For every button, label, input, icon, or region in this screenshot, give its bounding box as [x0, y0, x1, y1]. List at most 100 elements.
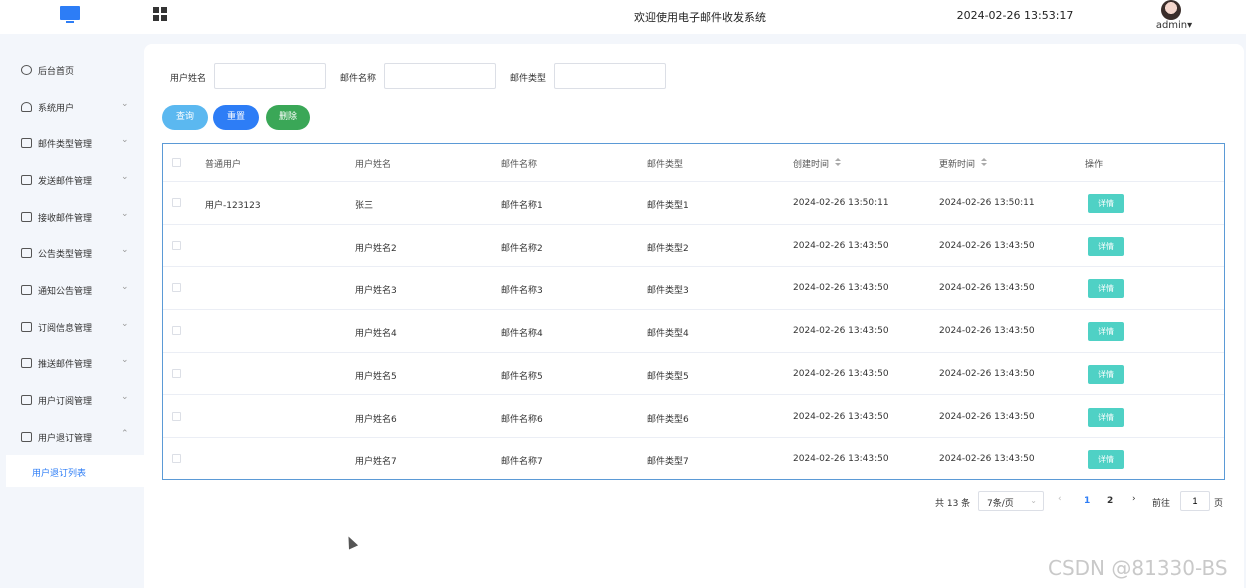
sidebar-item-8[interactable]: 推送邮件管理 ⌄ — [0, 348, 144, 378]
list-icon — [21, 175, 32, 185]
delete-button[interactable]: 删除 — [266, 105, 310, 130]
chevron-down-icon: ⌄ — [1030, 496, 1037, 505]
list-icon — [21, 322, 32, 332]
row-checkbox[interactable] — [172, 368, 181, 378]
sidebar-item-label: 系统用户 — [38, 104, 75, 114]
sidebar-item-label: 用户退订管理 — [38, 434, 93, 444]
detail-button[interactable]: 详情 — [1088, 194, 1124, 213]
sidebar-subitem-unsubscribe-list[interactable]: 用户退订列表 — [6, 455, 144, 487]
page-1-button[interactable]: 1 — [1084, 496, 1090, 506]
menu-toggle-grid-icon[interactable] — [153, 7, 167, 21]
page-suffix-label: 页 — [1214, 499, 1224, 509]
cell-created: 2024-02-26 13:43:50 — [793, 454, 889, 465]
goto-page-input[interactable] — [1180, 491, 1210, 511]
mail-name-input[interactable] — [384, 63, 496, 89]
chevron-down-icon: ⌄ — [121, 355, 129, 365]
reset-button[interactable]: 重置 — [213, 105, 259, 130]
row-checkbox[interactable] — [172, 454, 181, 464]
cell-mail-name: 邮件名称3 — [501, 286, 543, 297]
sidebar-item-6[interactable]: 通知公告管理 ⌄ — [0, 275, 144, 305]
watermark: CSDN @81330-BS — [1048, 556, 1228, 580]
table-row: 用户姓名6 邮件名称6 邮件类型6 2024-02-26 13:43:50 2024-0… — [163, 396, 1224, 439]
detail-button[interactable]: 详情 — [1088, 450, 1124, 470]
mail-type-input[interactable] — [554, 63, 666, 89]
sidebar-item-label: 订阅信息管理 — [38, 324, 93, 334]
page-2-button[interactable]: 2 — [1107, 496, 1113, 506]
sidebar-item-1[interactable]: 系统用户 ⌄ — [0, 92, 144, 122]
cell-created: 2024-02-26 13:43:50 — [793, 326, 889, 337]
row-checkbox[interactable] — [172, 240, 181, 250]
sidebar-item-0[interactable]: 后台首页 — [0, 55, 144, 85]
sidebar: 用户退订列表 后台首页 系统用户 ⌄ 邮件类型管理 ⌄ 发送邮件管理 ⌄ 接收邮件管理 ⌄ 公告类… — [0, 34, 144, 588]
cell-updated: 2024-02-26 13:43:50 — [939, 326, 1035, 337]
sidebar-item-label: 邮件类型管理 — [38, 140, 93, 150]
col-header-name: 用户姓名 — [355, 160, 392, 170]
col-header-mail-name: 邮件名称 — [501, 160, 538, 170]
sidebar-item-7[interactable]: 订阅信息管理 ⌄ — [0, 312, 144, 342]
list-icon — [21, 358, 32, 368]
table-row: 用户姓名7 邮件名称7 邮件类型7 2024-02-26 13:43:50 2024-0… — [163, 438, 1224, 481]
col-header-updated[interactable]: 更新时间 — [939, 157, 975, 170]
cell-created: 2024-02-26 13:50:11 — [793, 198, 889, 208]
col-header-created[interactable]: 创建时间 — [793, 157, 829, 170]
sort-created-icon[interactable] — [835, 158, 842, 168]
cell-updated: 2024-02-26 13:43:50 — [939, 283, 1035, 294]
query-button[interactable]: 查询 — [162, 105, 208, 130]
list-icon — [21, 285, 32, 295]
cell-name: 张三 — [355, 201, 374, 211]
chevron-up-icon: ⌃ — [121, 429, 129, 439]
chevron-down-icon: ⌄ — [121, 282, 129, 292]
detail-button[interactable]: 详情 — [1088, 407, 1124, 427]
cell-created: 2024-02-26 13:43:50 — [793, 240, 889, 251]
top-header: 欢迎使用电子邮件收发系统 2024-02-26 13:53:17 admin▾ — [0, 0, 1246, 34]
sidebar-item-9[interactable]: 用户订阅管理 ⌄ — [0, 385, 144, 415]
detail-button[interactable]: 详情 — [1088, 236, 1124, 256]
sidebar-item-label: 后台首页 — [38, 67, 75, 77]
list-icon — [21, 138, 32, 148]
detail-button[interactable]: 详情 — [1088, 364, 1124, 384]
user-name-label: 用户姓名 — [170, 74, 207, 84]
sidebar-item-4[interactable]: 接收邮件管理 ⌄ — [0, 202, 144, 232]
monitor-logo-icon — [60, 6, 80, 26]
page-size-select[interactable]: 7条/页 ⌄ — [978, 491, 1044, 511]
username-label: admin▾ — [1155, 20, 1193, 31]
table-header-row: 普通用户 用户姓名 邮件名称 邮件类型 创建时间 更新时间 操作 — [163, 144, 1224, 182]
chevron-down-icon: ⌄ — [121, 135, 129, 145]
sidebar-item-5[interactable]: 公告类型管理 ⌄ — [0, 238, 144, 268]
detail-button[interactable]: 详情 — [1088, 322, 1124, 342]
list-icon — [21, 248, 32, 258]
row-checkbox[interactable] — [172, 198, 181, 207]
col-header-user: 普通用户 — [205, 160, 242, 170]
sidebar-item-10[interactable]: 用户退订管理 ⌃ — [0, 422, 144, 452]
chevron-down-icon: ⌄ — [121, 392, 129, 402]
sort-updated-icon[interactable] — [981, 158, 988, 168]
row-checkbox[interactable] — [172, 326, 181, 336]
dashboard-icon — [21, 65, 32, 75]
cell-mail-name: 邮件名称4 — [501, 329, 543, 340]
sidebar-item-3[interactable]: 发送邮件管理 ⌄ — [0, 165, 144, 195]
user-icon — [21, 102, 32, 112]
row-checkbox[interactable] — [172, 411, 181, 421]
detail-button[interactable]: 详情 — [1088, 279, 1124, 299]
prev-page-button[interactable]: ‹ — [1058, 494, 1062, 504]
user-menu[interactable]: admin▾ — [1150, 0, 1194, 34]
cell-mail-type: 邮件类型6 — [647, 414, 689, 425]
cell-name: 用户姓名5 — [355, 371, 397, 382]
page-size-value: 7条/页 — [987, 499, 1014, 509]
cell-updated: 2024-02-26 13:43:50 — [939, 240, 1035, 251]
cell-mail-name: 邮件名称5 — [501, 371, 543, 382]
row-checkbox[interactable] — [172, 283, 181, 293]
sidebar-item-2[interactable]: 邮件类型管理 ⌄ — [0, 128, 144, 158]
user-name-input[interactable] — [214, 63, 326, 89]
cell-mail-type: 邮件类型5 — [647, 371, 689, 382]
table-row: 用户姓名5 邮件名称5 邮件类型5 2024-02-26 13:43:50 2024-0… — [163, 353, 1224, 396]
cell-mail-name: 邮件名称2 — [501, 243, 543, 254]
chevron-down-icon: ⌄ — [121, 245, 129, 255]
select-all-checkbox[interactable] — [172, 158, 181, 167]
pagination-total: 共 13 条 — [935, 499, 971, 509]
cell-name: 用户姓名3 — [355, 286, 397, 297]
col-header-actions: 操作 — [1085, 160, 1104, 170]
mail-type-label: 邮件类型 — [510, 74, 547, 84]
next-page-button[interactable]: › — [1132, 494, 1136, 504]
cell-mail-type: 邮件类型1 — [647, 201, 689, 211]
